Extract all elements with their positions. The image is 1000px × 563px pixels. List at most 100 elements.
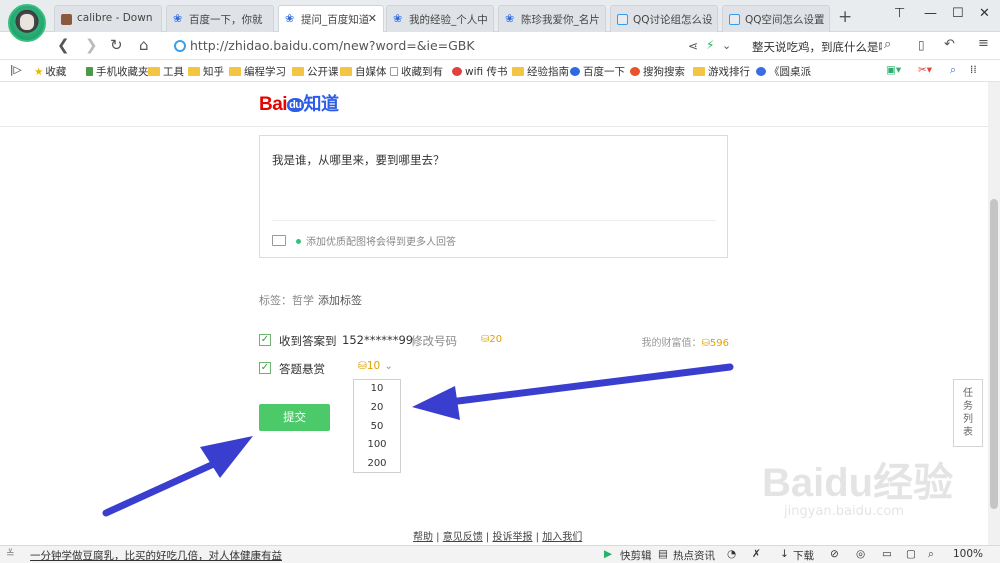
bookmark-item[interactable]: 工具 — [148, 64, 184, 79]
search-icon[interactable]: ⌕ — [950, 64, 956, 77]
tab-name-card[interactable]: ❀ 陈珍我爱你_名片 — [498, 5, 606, 32]
coin-cost: ⛁20 — [481, 334, 503, 345]
reading-mode-icon[interactable]: ▯ — [918, 38, 925, 52]
ad-block-icon[interactable]: ⊘ — [830, 548, 839, 560]
tab-baidu-search[interactable]: ❀ 百度一下，你就 — [166, 5, 274, 32]
scissors-icon[interactable]: ✂▾ — [918, 64, 932, 76]
baidu-paw-icon: ❀ — [505, 12, 515, 25]
maximize-button[interactable]: ☐ — [952, 6, 964, 21]
reward-option[interactable]: 20 — [354, 399, 400, 418]
address-bar: ❮ ❯ ↻ ⌂ http://zhidao.baidu.com/new?word… — [0, 32, 1000, 60]
sidebar-toggle-icon[interactable]: |▷ — [10, 64, 22, 76]
lightning-icon[interactable]: ⚡ — [706, 38, 714, 52]
qq-icon — [729, 14, 740, 25]
task-list-panel[interactable]: 任务列表 — [953, 379, 983, 447]
bookmark-item[interactable]: 经验指南 — [512, 64, 569, 79]
search-icon[interactable]: ⌕ — [884, 37, 891, 52]
modify-phone-link[interactable]: 修改号码 — [411, 333, 457, 349]
news-icon[interactable]: ▤ — [658, 548, 668, 560]
tab-zhidao-ask[interactable]: ❀ 提问_百度知道 ✕ — [278, 5, 384, 33]
sound-icon[interactable]: ◎ — [856, 548, 865, 560]
question-text[interactable]: 我是谁，从哪里来，要到哪里去？ — [272, 152, 445, 168]
tab-strip: calibre - Down ❀ 百度一下，你就 ❀ 提问_百度知道 ✕ ❀ 我的经验_… — [0, 0, 1000, 33]
tags-row: 标签：哲学 添加标签 — [259, 292, 362, 308]
home-button[interactable]: ⌂ — [139, 36, 149, 54]
undo-icon[interactable]: ↶ — [944, 37, 955, 52]
tab-my-experience[interactable]: ❀ 我的经验_个人中 — [386, 5, 494, 32]
reward-select[interactable]: ⛁10 ⌄ — [358, 360, 393, 372]
tab-qq-zone[interactable]: QQ空间怎么设置 — [722, 5, 830, 32]
question-editor[interactable]: 我是谁，从哪里来，要到哪里去？ 添加优质配图将会得到更多人回答 — [259, 135, 728, 258]
layout-icon[interactable]: ▭ — [882, 548, 892, 560]
bookmark-item[interactable]: 百度一下 — [570, 64, 625, 79]
translate-icon[interactable]: ▣▾ — [886, 64, 901, 76]
url-field[interactable]: http://zhidao.baidu.com/new?word=&ie=GBK — [168, 36, 678, 56]
submit-button[interactable]: 提交 — [259, 404, 330, 431]
bookmark-item[interactable]: 游戏排行 — [693, 64, 750, 79]
bookmark-item[interactable]: 《圆桌派 — [756, 64, 811, 79]
bookmark-item[interactable]: ★ 收藏 — [34, 64, 66, 79]
bookmark-item[interactable]: 收藏到有 — [390, 64, 443, 79]
reward-option[interactable]: 50 — [354, 418, 400, 437]
reward-option[interactable]: 100 — [354, 436, 400, 455]
bookmark-item[interactable]: 公开课 — [292, 64, 339, 79]
receive-answer-checkbox[interactable]: ✓ — [259, 334, 271, 346]
collapse-icon[interactable]: ≚ — [6, 548, 15, 560]
bookmark-item[interactable]: 手机收藏夹 — [86, 64, 149, 79]
close-window-button[interactable]: ✕ — [979, 6, 990, 21]
bookmark-item[interactable]: 搜狗搜索 — [630, 64, 685, 79]
tab-qq-group[interactable]: QQ讨论组怎么设 — [610, 5, 718, 32]
reward-row: ✓ 答题悬赏 ⛁10 ⌄ — [259, 360, 459, 377]
report-link[interactable]: 投诉举报 — [492, 532, 532, 543]
tool-icon[interactable]: ✗ — [752, 548, 761, 560]
quick-edit-label[interactable]: 快剪辑 — [620, 548, 652, 563]
baidu-paw-icon: ❀ — [285, 12, 295, 25]
tab-calibre[interactable]: calibre - Down — [54, 5, 162, 32]
chevron-down-icon[interactable]: ⌄ — [722, 39, 731, 52]
share-icon[interactable]: ⋖ — [688, 39, 698, 53]
bookmark-item[interactable]: wifi 传书 — [452, 64, 507, 79]
image-hint: 添加优质配图将会得到更多人回答 — [296, 233, 456, 248]
help-link[interactable]: 帮助 — [413, 532, 433, 543]
scrollbar-thumb[interactable] — [990, 199, 998, 509]
speed-icon[interactable]: ◔ — [727, 548, 736, 560]
bookmark-item[interactable]: 知乎 — [188, 64, 224, 79]
add-tag-link[interactable]: 添加标签 — [318, 294, 362, 307]
baidu-zhidao-logo[interactable]: Bai du 知道 — [259, 90, 339, 116]
bookmark-item[interactable]: 自媒体 — [340, 64, 387, 79]
reward-checkbox[interactable]: ✓ — [259, 362, 271, 374]
bookmark-item[interactable]: 编程学习 — [229, 64, 286, 79]
header-divider — [0, 126, 988, 127]
search-input[interactable]: 整天说吃鸡，到底什么是吃 — [752, 39, 882, 55]
window-icon[interactable]: ▢ — [906, 548, 916, 560]
download-label[interactable]: 下载 — [793, 548, 814, 563]
video-icon — [756, 67, 766, 76]
new-tab-button[interactable]: + — [838, 7, 852, 27]
reward-option[interactable]: 10 — [354, 380, 400, 399]
folder-icon — [229, 67, 241, 76]
feedback-link[interactable]: 意见反馈 — [443, 532, 483, 543]
download-icon[interactable]: ↓ — [780, 548, 789, 560]
page-content: Bai du 知道 我是谁，从哪里来，要到哪里去？ 添加优质配图将会得到更多人回答 … — [0, 82, 988, 545]
baidu-paw-icon — [570, 67, 580, 76]
search-icon[interactable]: ⌕ — [928, 548, 934, 561]
hot-news-label[interactable]: 热点资讯 — [673, 548, 715, 563]
close-icon[interactable]: ✕ — [368, 12, 377, 25]
user-avatar[interactable] — [8, 4, 46, 42]
reward-option[interactable]: 200 — [354, 455, 400, 474]
zoom-level[interactable]: 100% — [953, 548, 983, 560]
forward-button[interactable]: ❯ — [85, 36, 98, 54]
receive-answer-row: ✓ 收到答案到 152******99 修改号码 ⛁20 我的财富值：⛁596 — [259, 333, 729, 349]
minimize-button[interactable]: — — [924, 6, 937, 21]
join-us-link[interactable]: 加入我们 — [542, 532, 582, 543]
news-ticker[interactable]: 一分钟学做豆腐乳，比买的好吃几倍，对人体健康有益 — [30, 548, 282, 563]
apps-grid-icon[interactable]: ⁞⁞ — [970, 64, 977, 76]
image-icon[interactable] — [272, 235, 286, 246]
back-button[interactable]: ❮ — [57, 36, 70, 54]
menu-icon[interactable]: ≡ — [978, 36, 989, 51]
refresh-button[interactable]: ↻ — [110, 36, 123, 54]
scrollbar[interactable] — [988, 82, 1000, 545]
shirt-icon[interactable]: ⊤ — [894, 6, 905, 21]
sogou-icon — [630, 67, 640, 76]
video-edit-icon[interactable]: ▶ — [604, 548, 612, 560]
